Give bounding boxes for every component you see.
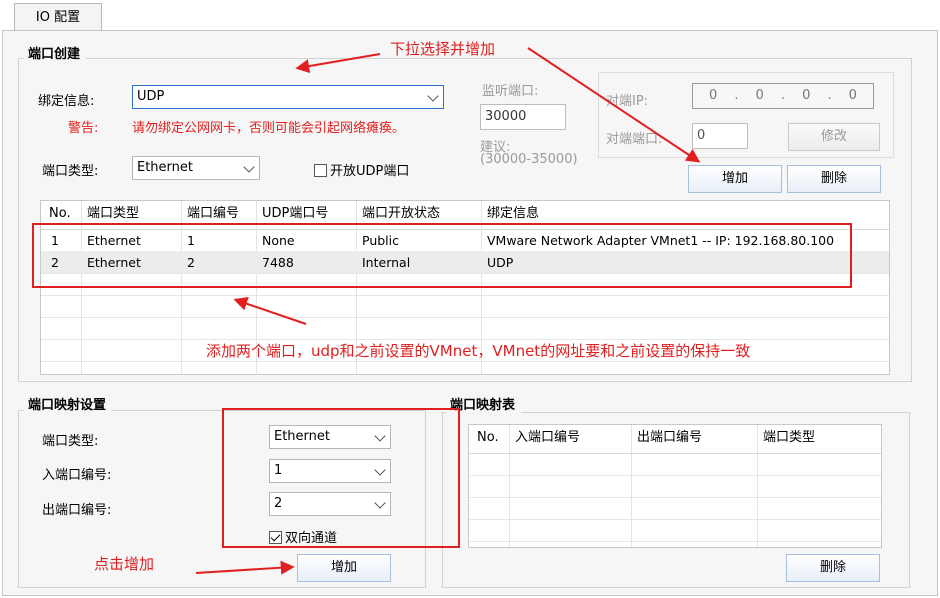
- arrow-to-add-mapping: [195, 560, 295, 575]
- arrow-to-add-button: [527, 47, 701, 163]
- arrow-to-port-rows: [233, 297, 307, 325]
- annotation-arrows: [195, 47, 701, 575]
- arrow-to-bind-select: [295, 53, 381, 74]
